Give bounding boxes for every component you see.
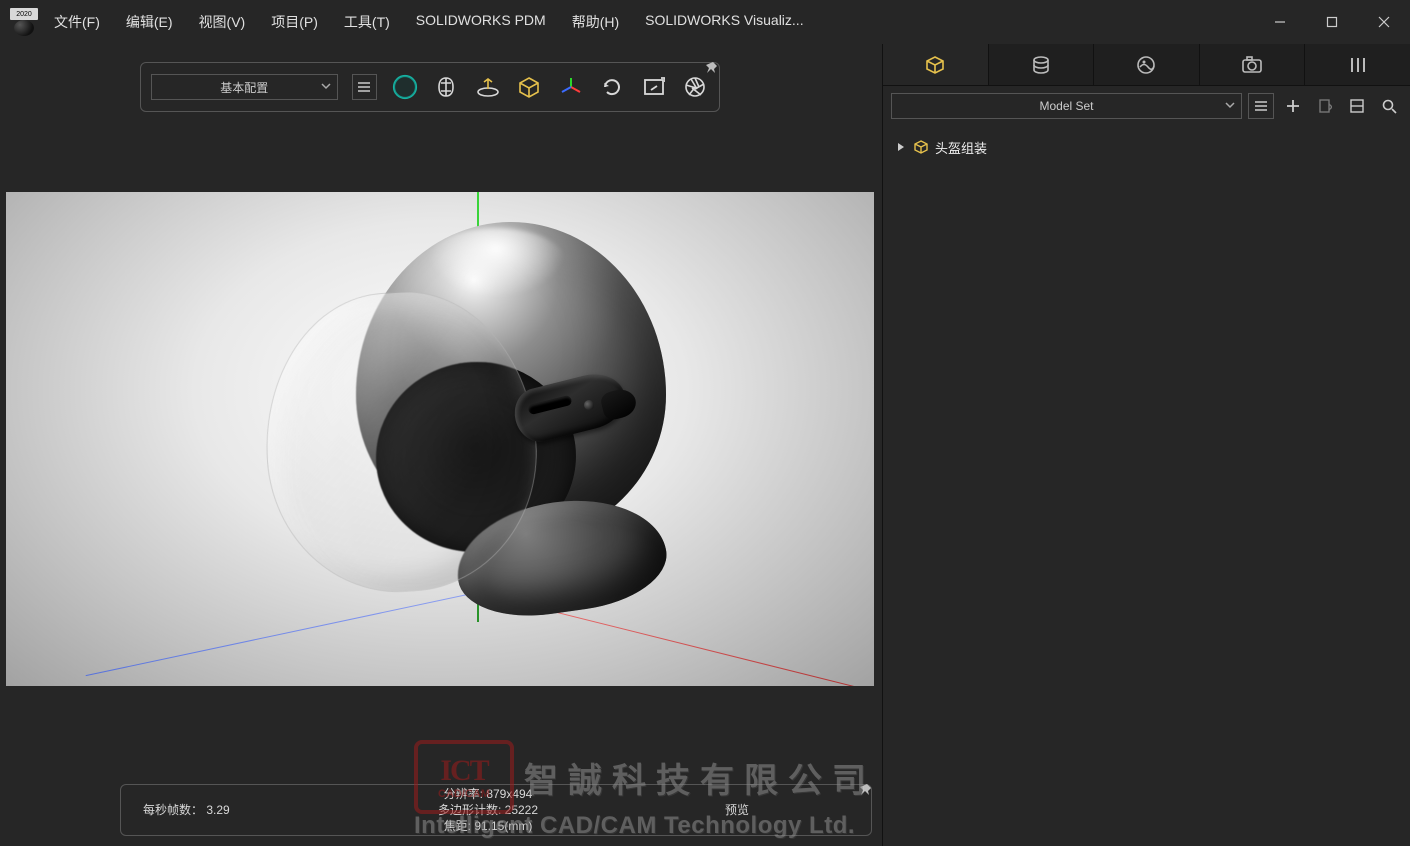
helmet-highlight [426, 228, 566, 298]
tab-appearances[interactable] [989, 44, 1095, 85]
helmet-model [296, 222, 676, 612]
app-logo-year: 2020 [10, 8, 38, 20]
section-view-button[interactable] [433, 73, 460, 101]
status-fps-label: 每秒帧数： [143, 803, 203, 817]
menu-tools[interactable]: 工具(T) [342, 8, 392, 36]
model-set-list-button[interactable] [1248, 93, 1274, 119]
menu-view[interactable]: 视图(V) [197, 8, 248, 36]
status-fps-value: 3.29 [206, 803, 229, 817]
search-icon [1382, 99, 1397, 114]
status-res-value: 879x494 [486, 787, 532, 801]
search-button[interactable] [1376, 93, 1402, 119]
model-set-dropdown-label: Model Set [1039, 99, 1093, 113]
model-tree: 头盔组装 [883, 126, 1410, 168]
menu-edit[interactable]: 编辑(E) [124, 8, 175, 36]
status-center: 分辨率: 879x494 多边形计数: 25222 焦距: 91.15(mm) [373, 786, 603, 834]
status-fps: 每秒帧数： 3.29 [143, 802, 373, 818]
status-preview: 预览 [603, 802, 871, 818]
menu-bar: 文件(F) 编辑(E) 视图(V) 项目(P) 工具(T) SOLIDWORKS… [52, 8, 806, 36]
axis-triad-icon [560, 76, 582, 98]
maximize-button[interactable] [1306, 4, 1358, 40]
status-focal-label: 焦距: [444, 819, 471, 833]
status-bar: 每秒帧数： 3.29 分辨率: 879x494 多边形计数: 25222 焦距:… [120, 784, 872, 836]
triangle-right-icon [897, 142, 905, 152]
chevron-down-icon [1225, 100, 1235, 110]
plus-icon [1286, 99, 1300, 113]
tab-cameras[interactable] [1200, 44, 1306, 85]
cube-wire-icon [518, 76, 540, 98]
tab-libraries[interactable] [1305, 44, 1410, 85]
right-panel: Model Set [882, 44, 1410, 846]
menu-project[interactable]: 项目(P) [269, 8, 320, 36]
menu-file[interactable]: 文件(F) [52, 8, 102, 36]
aperture-icon [684, 76, 706, 98]
add-button[interactable] [1280, 93, 1306, 119]
camera-aperture-button[interactable] [682, 73, 709, 101]
sphere-icon [392, 74, 418, 100]
render-mode-button[interactable] [391, 73, 418, 101]
pin-icon [705, 61, 719, 75]
tab-scenes[interactable] [1094, 44, 1200, 85]
list-icon [357, 81, 371, 93]
turntable-icon [476, 76, 500, 98]
render-viewport[interactable] [6, 192, 874, 686]
app-logo: 2020 [10, 8, 38, 36]
status-poly-label: 多边形计数: [438, 803, 501, 817]
configuration-list-button[interactable] [352, 74, 378, 100]
turntable-button[interactable] [474, 73, 501, 101]
maximize-icon [1326, 16, 1338, 28]
section-icon [435, 76, 457, 98]
layout-button[interactable] [1344, 93, 1370, 119]
fit-screen-icon [643, 76, 665, 98]
app-logo-ball-icon [14, 20, 34, 36]
chevron-down-icon [321, 81, 331, 91]
status-poly-value: 25222 [505, 803, 538, 817]
close-icon [1378, 16, 1390, 28]
menu-pdm[interactable]: SOLIDWORKS PDM [414, 8, 548, 36]
status-preview-label: 预览 [603, 802, 871, 818]
database-icon [1031, 55, 1051, 75]
columns-icon [1348, 55, 1368, 75]
minimize-icon [1274, 16, 1286, 28]
axis-triad-button[interactable] [557, 73, 584, 101]
camera-icon [1241, 56, 1263, 74]
right-panel-toolbar: Model Set [883, 86, 1410, 126]
menu-visualize[interactable]: SOLIDWORKS Visualiz... [643, 8, 805, 36]
tab-models[interactable] [883, 44, 989, 85]
split-icon [1350, 99, 1364, 113]
list-icon [1254, 100, 1268, 112]
viewport-toolbar: 基本配置 [140, 62, 720, 112]
reset-view-button[interactable] [599, 73, 626, 101]
fit-view-button[interactable] [640, 73, 667, 101]
status-res-label: 分辨率: [444, 787, 483, 801]
right-panel-tabs [883, 44, 1410, 86]
rotate-cw-icon [601, 76, 623, 98]
menu-help[interactable]: 帮助(H) [570, 8, 621, 36]
helmet-hinge [514, 380, 626, 434]
environment-icon [1136, 55, 1156, 75]
tree-expand-toggle[interactable] [895, 142, 907, 152]
window-controls [1254, 4, 1410, 40]
toolbar-pin-button[interactable] [705, 61, 721, 77]
configuration-dropdown[interactable]: 基本配置 [151, 74, 338, 100]
pin-icon [859, 783, 873, 797]
close-button[interactable] [1358, 4, 1410, 40]
left-pane: 基本配置 [0, 44, 882, 846]
cube-icon [925, 55, 945, 75]
cube-icon [913, 139, 929, 155]
title-bar: 2020 文件(F) 编辑(E) 视图(V) 项目(P) 工具(T) SOLID… [0, 0, 1410, 44]
status-focal-value: 91.15(mm) [474, 819, 532, 833]
bounding-box-button[interactable] [516, 73, 543, 101]
tree-node-icon [913, 139, 929, 155]
page-arrow-icon [1318, 98, 1332, 114]
tree-root-label: 头盔组装 [935, 138, 987, 157]
configuration-dropdown-label: 基本配置 [220, 79, 268, 96]
export-button[interactable] [1312, 93, 1338, 119]
minimize-button[interactable] [1254, 4, 1306, 40]
model-set-dropdown[interactable]: Model Set [891, 93, 1242, 119]
tree-root-row[interactable]: 头盔组装 [891, 134, 1402, 160]
status-pin-button[interactable] [859, 783, 873, 797]
